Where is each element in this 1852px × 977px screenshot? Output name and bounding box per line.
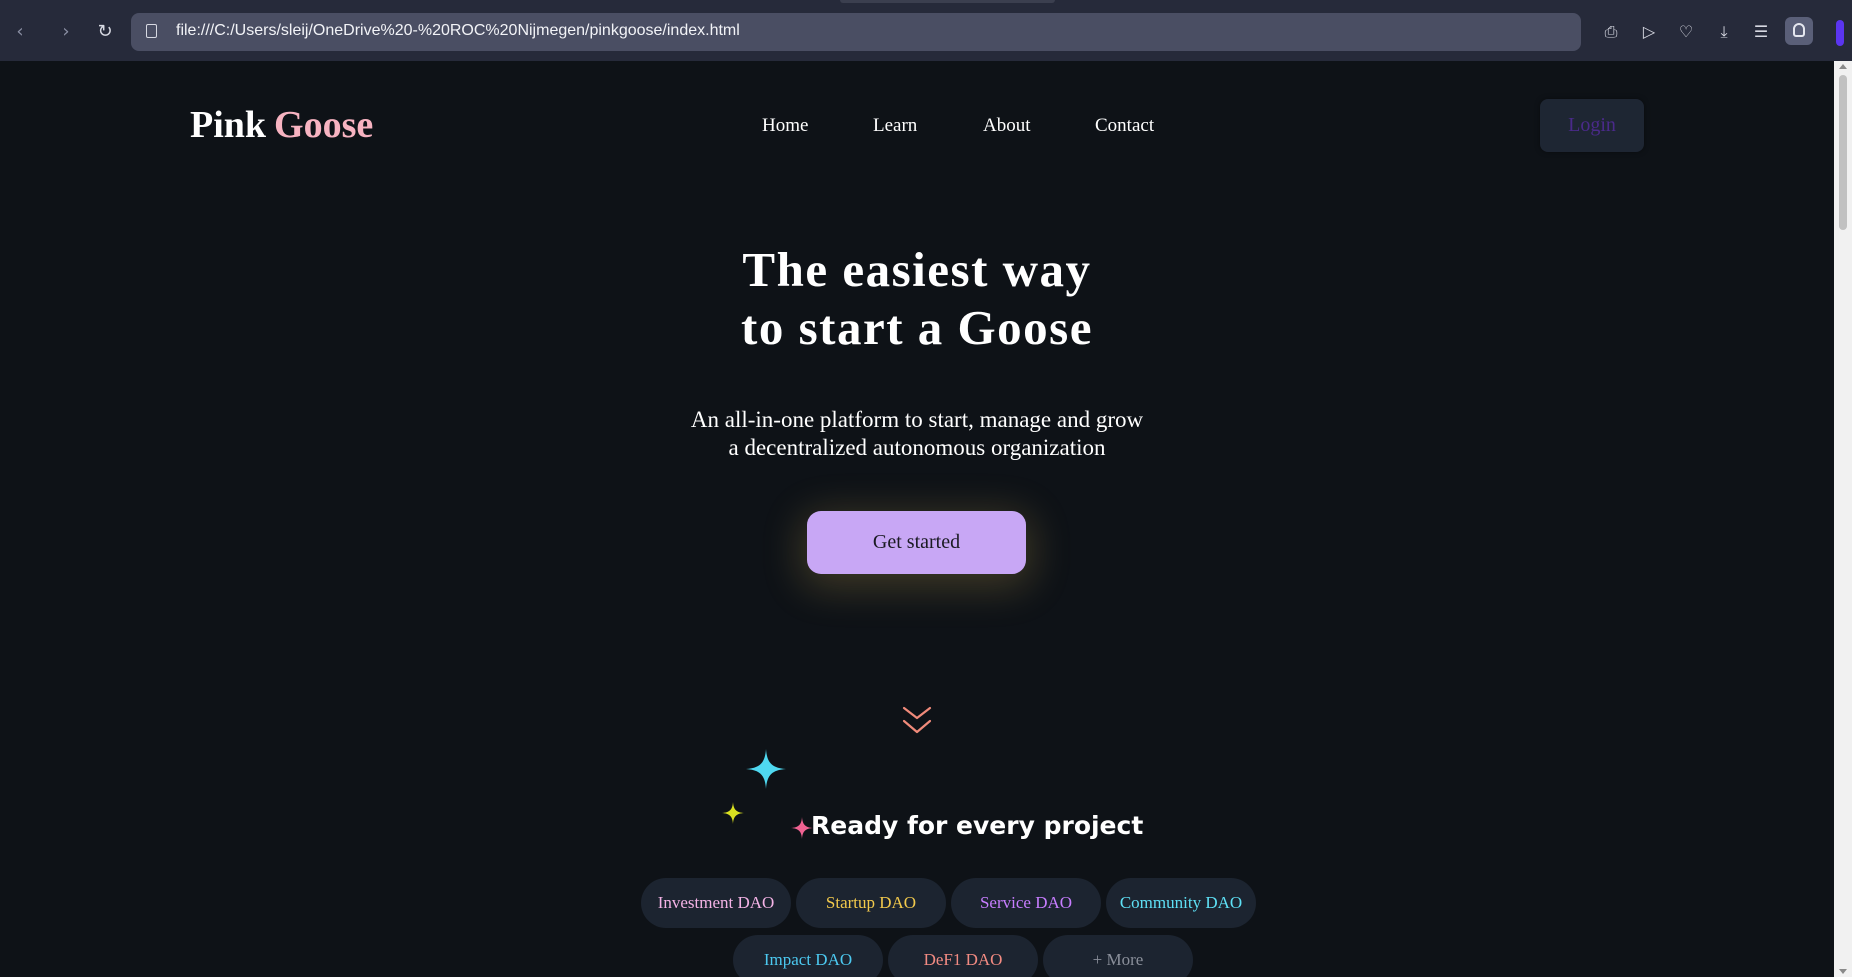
- browser-toolbar: ‹ › ↻ file:///C:/Users/sleij/OneDrive%20…: [0, 0, 1852, 61]
- hero-title-line2: to start a Goose: [741, 300, 1093, 355]
- chip-label: Impact DAO: [763, 950, 853, 969]
- chip-label: Investment DAO: [657, 893, 775, 912]
- scroll-down-chevron-icon[interactable]: [901, 704, 933, 738]
- profile-icon[interactable]: [1785, 17, 1813, 45]
- nav-about[interactable]: About: [983, 115, 1031, 137]
- chip-service-dao[interactable]: Service DAO: [951, 878, 1101, 928]
- nav-learn[interactable]: Learn: [873, 115, 917, 137]
- nav-contact[interactable]: Contact: [1095, 115, 1154, 137]
- chip-label: DeF1 DAO: [923, 950, 1003, 969]
- hero-subtitle-line1: An all-in-one platform to start, manage …: [690, 407, 1144, 432]
- chip-label: Startup DAO: [825, 893, 917, 912]
- logo-first-word: Pink: [190, 104, 267, 146]
- address-url[interactable]: file:///C:/Users/sleij/OneDrive%20-%20RO…: [176, 22, 740, 40]
- section-title: Ready for every project: [811, 811, 1144, 840]
- nav-home[interactable]: Home: [762, 115, 808, 137]
- scroll-down-arrow-icon[interactable]: [1839, 969, 1847, 974]
- camera-icon[interactable]: ⎙: [1599, 20, 1623, 44]
- chip-investment-dao[interactable]: Investment DAO: [641, 878, 791, 928]
- page-icon: [146, 24, 157, 38]
- hero-title-line1: The easiest way: [742, 242, 1092, 297]
- page-scrollbar[interactable]: [1834, 61, 1852, 977]
- sidebar-indicator: [1836, 20, 1844, 46]
- hero-subtitle-line2: a decentralized autonomous organization: [728, 435, 1106, 460]
- chip-label: + More: [1092, 950, 1144, 969]
- page-viewport: Pink Goose Home Learn About Contact Login…: [0, 61, 1834, 977]
- reload-icon[interactable]: ↻: [93, 20, 117, 44]
- get-started-button[interactable]: Get started: [807, 511, 1026, 574]
- login-button[interactable]: Login: [1540, 99, 1644, 152]
- chip-startup-dao[interactable]: Startup DAO: [796, 878, 946, 928]
- back-icon[interactable]: ‹: [8, 20, 32, 44]
- chip-label: Community DAO: [1119, 893, 1243, 912]
- sparkle-yellow-icon: [722, 802, 744, 824]
- hero-title: The easiest way to start a Goose: [0, 241, 1834, 357]
- chip-more[interactable]: + More: [1043, 935, 1193, 977]
- site-logo[interactable]: Pink Goose: [190, 103, 373, 147]
- download-icon[interactable]: ⤓: [1712, 20, 1736, 44]
- tab-indicator: [840, 0, 1055, 3]
- scrollbar-thumb[interactable]: [1839, 75, 1847, 230]
- chip-community-dao[interactable]: Community DAO: [1106, 878, 1256, 928]
- hero-subtitle: An all-in-one platform to start, manage …: [0, 406, 1834, 462]
- logo-second-word: Goose: [274, 104, 374, 146]
- menu-icon[interactable]: ☰: [1749, 20, 1773, 44]
- sparkle-pink-icon: [791, 817, 813, 839]
- send-icon[interactable]: ▷: [1637, 20, 1661, 44]
- forward-icon[interactable]: ›: [54, 20, 78, 44]
- chip-impact-dao[interactable]: Impact DAO: [733, 935, 883, 977]
- sparkle-cyan-icon: [746, 749, 786, 789]
- scroll-up-arrow-icon[interactable]: [1839, 64, 1847, 69]
- chip-defi-dao[interactable]: DeF1 DAO: [888, 935, 1038, 977]
- chip-label: Service DAO: [979, 893, 1073, 912]
- address-bar[interactable]: file:///C:/Users/sleij/OneDrive%20-%20RO…: [131, 13, 1581, 51]
- heart-icon[interactable]: ♡: [1674, 20, 1698, 44]
